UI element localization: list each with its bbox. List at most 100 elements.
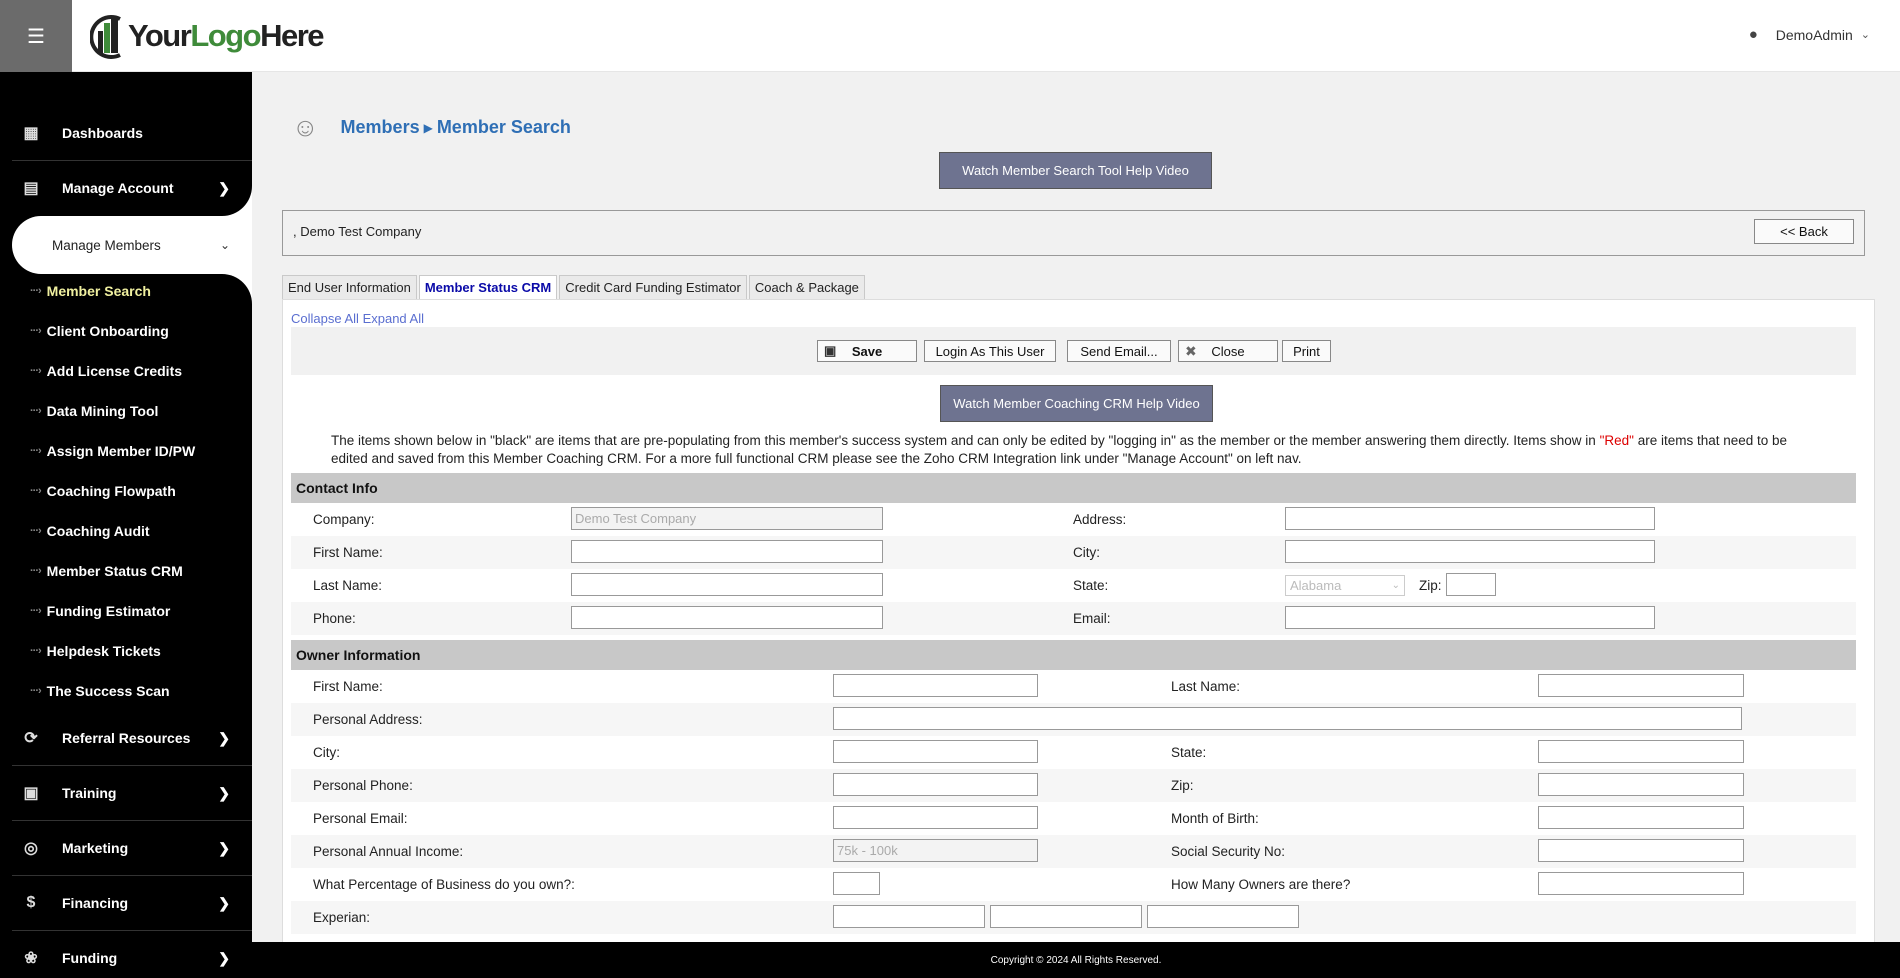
action-toolbar: ▣ Save Login As This User Send Email... … (291, 327, 1856, 375)
owner-row-7: What Percentage of Business do you own?:… (291, 868, 1856, 901)
company-bar: , Demo Test Company << Back (282, 210, 1865, 256)
close-button[interactable]: ✖ Close (1178, 340, 1278, 362)
ssn-field[interactable] (1538, 839, 1744, 862)
company-field[interactable]: Demo Test Company (571, 507, 883, 530)
breadcrumb-members[interactable]: Members (341, 117, 420, 138)
user-menu[interactable]: ● DemoAdmin ⌄ (1749, 26, 1870, 43)
instructions-note: The items shown below in "black" are ite… (331, 433, 1788, 466)
city-field[interactable] (1285, 540, 1655, 563)
member-status-panel: Collapse All Expand All ▣ Save Login As … (282, 299, 1875, 959)
owner-row-3: City: State: (291, 736, 1856, 769)
sidebar-sub-member-search[interactable]: ···› Member Search (30, 283, 151, 299)
experian-field-2[interactable] (990, 905, 1142, 928)
sidebar-item-referral-resources[interactable]: ⟳ Referral Resources ❯ (12, 711, 252, 765)
footer: Copyright © 2024 All Rights Reserved. (252, 942, 1900, 978)
tab-coach-package[interactable]: Coach & Package (748, 275, 865, 299)
personal-phone-field[interactable] (833, 773, 1038, 796)
dotted-arrow-icon: ···› (30, 565, 42, 577)
sidebar-sub-coaching-audit[interactable]: ···› Coaching Audit (30, 523, 150, 539)
contact-row-2: First Name: City: (291, 536, 1856, 569)
owner-last-name-field[interactable] (1538, 674, 1744, 697)
contact-info-header[interactable]: Contact Info (291, 473, 1856, 503)
menu-toggle-button[interactable]: ☰ (0, 0, 72, 72)
expand-all-link[interactable]: Expand All (363, 311, 424, 326)
first-name-field[interactable] (571, 540, 883, 563)
chevron-right-icon: ❯ (218, 839, 230, 856)
sidebar-sub-data-mining-tool[interactable]: ···› Data Mining Tool (30, 403, 158, 419)
chevron-down-icon: ⌄ (1860, 29, 1870, 41)
dotted-arrow-icon: ···› (30, 485, 42, 497)
sidebar-sub-helpdesk-tickets[interactable]: ···› Helpdesk Tickets (30, 643, 161, 659)
owner-city-field[interactable] (833, 740, 1038, 763)
main-content: ☺ Members ▶ Member Search Watch Member S… (252, 72, 1900, 959)
user-icon: ● (1748, 26, 1758, 43)
collapse-all-link[interactable]: Collapse All (291, 311, 359, 326)
login-as-user-button[interactable]: Login As This User (924, 340, 1056, 362)
owner-first-name-field[interactable] (833, 674, 1038, 697)
sidebar-item-financing[interactable]: $ Financing ❯ (12, 876, 252, 930)
sidebar-sub-client-onboarding[interactable]: ···› Client Onboarding (30, 323, 169, 339)
sidebar-sub-add-license-credits[interactable]: ···› Add License Credits (30, 363, 182, 379)
owner-state-field[interactable] (1538, 740, 1744, 763)
money-icon: $ (26, 894, 36, 911)
email-field[interactable] (1285, 606, 1655, 629)
owner-zip-field[interactable] (1538, 773, 1744, 796)
owner-row-5: Personal Email: Month of Birth: (291, 802, 1856, 835)
caret-right-icon: ▶ (423, 120, 433, 135)
sidebar-sub-coaching-flowpath[interactable]: ···› Coaching Flowpath (30, 483, 176, 499)
dotted-arrow-icon: ···› (30, 285, 42, 297)
tab-end-user-information[interactable]: End User Information (282, 275, 417, 299)
sidebar-sub-funding-estimator[interactable]: ···› Funding Estimator (30, 603, 170, 619)
zip-field[interactable] (1446, 573, 1496, 596)
chart-icon: ▤ (23, 180, 39, 197)
phone-field[interactable] (571, 606, 883, 629)
month-of-birth-field[interactable] (1538, 806, 1744, 829)
owners-count-field[interactable] (1538, 872, 1744, 895)
annual-income-field[interactable]: 75k - 100k (833, 839, 1038, 862)
building-logo-icon (90, 15, 121, 59)
state-select[interactable]: Alabama ⌄ (1285, 575, 1405, 596)
experian-field-3[interactable] (1147, 905, 1299, 928)
send-email-button[interactable]: Send Email... (1067, 340, 1171, 362)
sidebar-item-manage-members[interactable]: Manage Members ⌄ (12, 216, 252, 274)
sidebar-sub-member-status-crm[interactable]: ···› Member Status CRM (30, 563, 183, 579)
experian-field-1[interactable] (833, 905, 985, 928)
owner-row-1: First Name: Last Name: (291, 670, 1856, 703)
ownership-percentage-field[interactable] (833, 872, 880, 895)
chevron-down-icon: ⌄ (1391, 580, 1400, 591)
owner-row-2: Personal Address: (291, 703, 1856, 736)
company-logo[interactable]: YourLogoHere (90, 12, 324, 60)
sidebar-item-funding[interactable]: ❀ Funding ❯ (12, 931, 252, 978)
tab-member-status-crm[interactable]: Member Status CRM (418, 275, 558, 299)
presentation-icon: ▣ (23, 785, 39, 802)
print-button[interactable]: Print (1282, 340, 1331, 362)
dotted-arrow-icon: ···› (30, 445, 42, 457)
sidebar: ▦ Dashboards ▤ Manage Account ❯ Manage M… (0, 72, 252, 978)
sidebar-item-training[interactable]: ▣ Training ❯ (12, 766, 252, 820)
owner-info-header[interactable]: Owner Information (291, 640, 1856, 670)
personal-address-field[interactable] (833, 707, 1742, 730)
owner-row-4: Personal Phone: Zip: (291, 769, 1856, 802)
sidebar-item-marketing[interactable]: ◎ Marketing ❯ (12, 821, 252, 875)
watch-coaching-crm-help-video-button[interactable]: Watch Member Coaching CRM Help Video (940, 385, 1213, 422)
copyright-text: Copyright © 2024 All Rights Reserved. (990, 954, 1162, 966)
breadcrumb-member-search: Member Search (436, 117, 571, 137)
watch-search-help-video-button[interactable]: Watch Member Search Tool Help Video (939, 152, 1212, 189)
back-button[interactable]: << Back (1754, 219, 1854, 244)
contact-row-3: Last Name: State: Alabama ⌄ Zip: (291, 569, 1856, 602)
tab-credit-card-funding-estimator[interactable]: Credit Card Funding Estimator (559, 275, 747, 299)
save-button[interactable]: ▣ Save (817, 340, 917, 362)
target-icon: ◎ (24, 840, 38, 857)
last-name-field[interactable] (571, 573, 883, 596)
sidebar-sub-assign-member-id[interactable]: ···› Assign Member ID/PW (30, 443, 195, 459)
personal-email-field[interactable] (833, 806, 1038, 829)
floppy-disk-icon: ▣ (824, 343, 837, 358)
address-field[interactable] (1285, 507, 1655, 530)
contact-row-4: Phone: Email: (291, 602, 1856, 635)
sidebar-item-dashboards[interactable]: ▦ Dashboards (12, 106, 252, 160)
top-bar: ☰ YourLogoHere ● DemoAdmin ⌄ (0, 0, 1900, 72)
referral-icon: ⟳ (24, 730, 38, 747)
sidebar-item-manage-account[interactable]: ▤ Manage Account ❯ (12, 161, 252, 215)
dotted-arrow-icon: ···› (30, 325, 42, 337)
sidebar-sub-success-scan[interactable]: ···› The Success Scan (30, 683, 170, 699)
